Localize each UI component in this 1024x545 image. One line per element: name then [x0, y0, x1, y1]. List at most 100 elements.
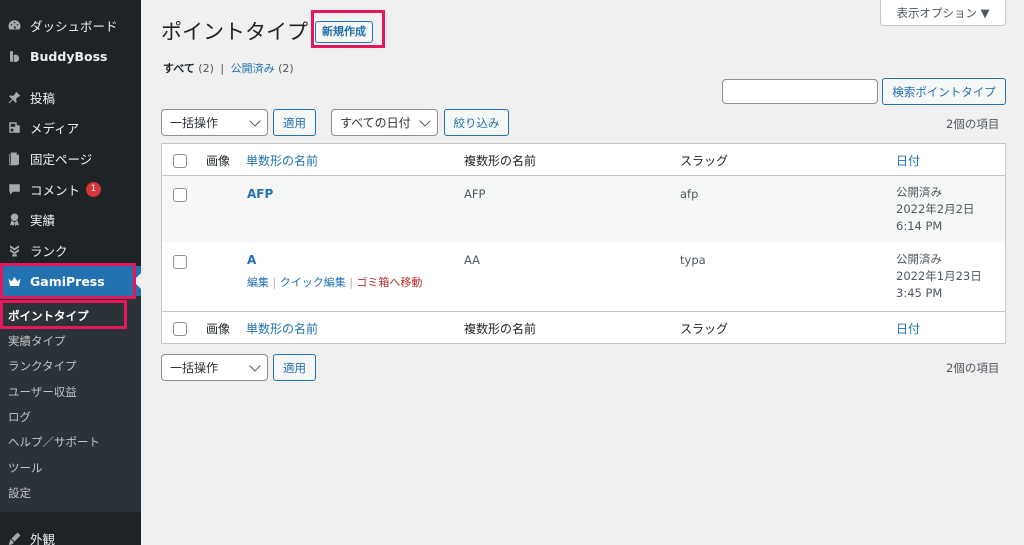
- filter-all-count: (2): [198, 62, 214, 75]
- filter-published-link[interactable]: 公開済み: [231, 62, 275, 75]
- table-header: 画像 単数形の名前 複数形の名前 スラッグ 日付: [162, 144, 1005, 176]
- row-status: 公開済み: [896, 185, 942, 199]
- media-icon: [6, 119, 22, 135]
- page-icon: [6, 150, 22, 166]
- row-date-value: 2022年1月23日: [896, 269, 982, 283]
- sidebar-item-label: 固定ページ: [30, 151, 93, 167]
- row-title-link[interactable]: A: [247, 253, 256, 267]
- table-footer: 画像 単数形の名前 複数形の名前 スラッグ 日付: [162, 311, 1005, 343]
- sidebar-item-label: ランク: [30, 243, 68, 259]
- row-slug: afp: [680, 187, 699, 201]
- status-filter-links: すべて (2) | 公開済み (2): [163, 60, 294, 76]
- bulk-action-value: 一括操作: [170, 361, 219, 375]
- row-status: 公開済み: [896, 252, 942, 266]
- row-plural-name: AA: [464, 253, 481, 267]
- sidebar-item-buddyboss[interactable]: BuddyBoss: [0, 41, 141, 71]
- submenu-item-achievement-types[interactable]: 実績タイプ: [0, 328, 141, 353]
- apply-button-bottom[interactable]: 適用: [273, 354, 316, 381]
- sidebar-item-appearance[interactable]: 外観: [0, 523, 141, 545]
- submenu-label: 実績タイプ: [8, 333, 66, 348]
- submenu-label: ヘルプ／サポート: [8, 434, 100, 449]
- row-time-value: 6:14 PM: [896, 219, 943, 233]
- submenu-item-settings[interactable]: 設定: [0, 480, 141, 505]
- page-title: ポイントタイプ: [161, 20, 308, 44]
- point-types-highlight-box: [0, 300, 127, 329]
- sidebar-item-label: 外観: [30, 531, 56, 545]
- chevron-down-icon: [249, 115, 261, 127]
- row-checkbox[interactable]: [173, 255, 187, 269]
- screen-options-toggle[interactable]: 表示オプション ▼: [880, 0, 1006, 26]
- date-filter-value: すべての日付: [340, 116, 411, 130]
- submenu-label: ユーザー収益: [8, 384, 77, 399]
- sidebar-item-comments[interactable]: コメント 1: [0, 174, 141, 204]
- column-slug: スラッグ: [680, 322, 729, 336]
- action-separator: |: [272, 276, 277, 289]
- search-input[interactable]: [722, 79, 878, 104]
- sidebar-item-label: ダッシュボード: [30, 18, 118, 34]
- sidebar-item-label: 投稿: [30, 90, 56, 106]
- admin-sidebar: ダッシュボード BuddyBoss 投稿 メディア 固定ページ コメント 1 実…: [0, 0, 141, 545]
- filter-button[interactable]: 絞り込み: [444, 109, 509, 136]
- rank-icon: [6, 242, 22, 258]
- trash-link[interactable]: ゴミ箱へ移動: [356, 276, 422, 289]
- table-row: A 編集 | クイック編集 | ゴミ箱へ移動 AA typa 公開済み 2022…: [162, 243, 1005, 311]
- sidebar-item-posts[interactable]: 投稿: [0, 82, 141, 112]
- buddyboss-icon: [6, 48, 22, 64]
- submenu-item-rank-types[interactable]: ランクタイプ: [0, 353, 141, 378]
- row-actions: 編集 | クイック編集 | ゴミ箱へ移動: [247, 274, 422, 290]
- column-plural-name: 複数形の名前: [464, 322, 537, 336]
- appearance-icon: [6, 530, 22, 545]
- sidebar-item-pages[interactable]: 固定ページ: [0, 143, 141, 173]
- column-singular-name[interactable]: 単数形の名前: [246, 152, 318, 169]
- chevron-down-icon: [249, 360, 261, 372]
- row-date-value: 2022年2月2日: [896, 202, 975, 216]
- sidebar-item-ranks[interactable]: ランク: [0, 235, 141, 265]
- date-filter-select[interactable]: すべての日付: [331, 109, 438, 136]
- filter-separator: |: [220, 62, 225, 75]
- submenu-label: ツール: [8, 460, 43, 475]
- column-singular-name[interactable]: 単数形の名前: [246, 320, 318, 337]
- filter-published-count: (2): [278, 62, 294, 75]
- sidebar-item-dashboard[interactable]: ダッシュボード: [0, 10, 141, 40]
- column-plural-name: 複数形の名前: [464, 154, 537, 168]
- column-date[interactable]: 日付: [896, 320, 920, 337]
- award-icon: [6, 211, 22, 227]
- column-image: 画像: [206, 154, 231, 168]
- submenu-label: ログ: [8, 409, 31, 424]
- submenu-item-tools[interactable]: ツール: [0, 455, 141, 480]
- comment-count-badge: 1: [86, 181, 102, 197]
- apply-button[interactable]: 適用: [273, 109, 316, 136]
- sidebar-item-label: 実績: [30, 212, 56, 228]
- row-plural-name: AFP: [464, 187, 486, 201]
- item-count-bottom: 2個の項目: [946, 361, 1000, 375]
- bulk-action-select-bottom[interactable]: 一括操作: [161, 354, 268, 381]
- add-new-highlight-box: [311, 10, 385, 48]
- main-content: ポイントタイプ 新規作成 表示オプション ▼ すべて (2) | 公開済み (2…: [141, 0, 1024, 545]
- search-button[interactable]: 検索ポイントタイプ: [882, 78, 1006, 105]
- select-all-checkbox[interactable]: [173, 154, 187, 168]
- row-date: 公開済み 2022年2月2日 6:14 PM: [896, 184, 974, 235]
- bulk-action-value: 一括操作: [170, 116, 219, 130]
- select-all-checkbox[interactable]: [173, 322, 187, 336]
- column-date[interactable]: 日付: [896, 152, 920, 169]
- row-slug: typa: [680, 253, 706, 267]
- quick-edit-link[interactable]: クイック編集: [280, 276, 346, 289]
- sidebar-item-media[interactable]: メディア: [0, 112, 141, 142]
- submenu-item-user-earnings[interactable]: ユーザー収益: [0, 379, 141, 404]
- sidebar-item-achievements[interactable]: 実績: [0, 204, 141, 234]
- comment-icon: [6, 181, 22, 197]
- row-time-value: 3:45 PM: [896, 286, 943, 300]
- edit-link[interactable]: 編集: [247, 276, 269, 289]
- bulk-action-select[interactable]: 一括操作: [161, 109, 268, 136]
- submenu-label: 設定: [8, 485, 31, 500]
- filter-all-link[interactable]: すべて: [163, 62, 195, 75]
- item-count: 2個の項目: [946, 117, 1000, 131]
- screen-options-label: 表示オプション ▼: [896, 5, 990, 20]
- row-title-link[interactable]: AFP: [247, 187, 273, 201]
- gamipress-highlight-box: [0, 263, 136, 299]
- submenu-item-logs[interactable]: ログ: [0, 404, 141, 429]
- submenu-item-help[interactable]: ヘルプ／サポート: [0, 429, 141, 454]
- row-date: 公開済み 2022年1月23日 3:45 PM: [896, 251, 982, 302]
- sidebar-item-label: BuddyBoss: [30, 48, 108, 64]
- row-checkbox[interactable]: [173, 188, 187, 202]
